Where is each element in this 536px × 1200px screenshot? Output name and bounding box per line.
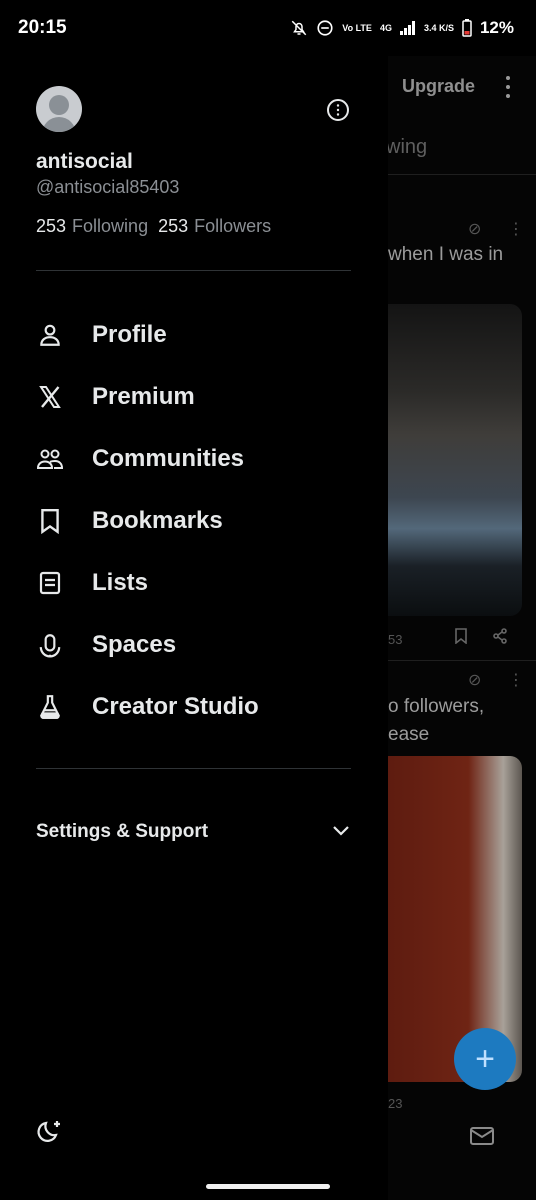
flask-icon [36,693,64,721]
menu-item-profile[interactable]: Profile [0,304,388,366]
status-time: 20:15 [18,17,67,38]
network-gen-label: 4G [379,22,392,33]
menu-item-premium[interactable]: Premium [0,366,388,428]
chevron-down-icon [331,823,351,842]
settings-support-label: Settings & Support [36,821,209,842]
grok-icon[interactable]: ⊘ [468,219,481,239]
post-more-icon[interactable]: ⋮ [508,219,524,239]
battery-percent: 12% [479,18,514,37]
compose-button[interactable]: + [454,1028,516,1090]
post-text: ease [388,724,430,745]
menu-item-creator-studio[interactable]: Creator Studio [0,676,388,738]
bell-muted-icon [290,19,308,37]
following-link[interactable]: 253 Following [36,216,148,237]
dnd-icon [316,19,334,37]
profile-handle: @antisocial85403 [36,177,180,197]
moon-icon[interactable] [36,1118,64,1146]
status-bar: 20:15 Vo LTE 4G 3.4 K/S 12% [0,0,536,56]
following-label: Following [72,216,149,236]
menu-item-communities[interactable]: Communities [0,428,388,490]
menu-item-bookmarks[interactable]: Bookmarks [0,490,388,552]
more-vertical-icon[interactable] [504,76,512,103]
followers-label: Followers [194,216,272,236]
navigation-drawer: antisocial @antisocial85403 253 Following… [0,56,388,1200]
post-more-icon[interactable]: ⋮ [508,670,524,690]
person-icon [36,321,64,349]
home-indicator[interactable] [206,1184,330,1189]
menu-item-label: Creator Studio [92,693,259,720]
signal-icon [399,21,416,35]
microphone-icon [36,631,64,659]
menu-item-label: Bookmarks [92,507,223,534]
feed-divider [388,660,536,661]
avatar[interactable] [36,86,82,132]
menu-item-spaces[interactable]: Spaces [0,614,388,676]
divider [36,768,351,769]
post-view-count: 53 [388,632,403,647]
people-icon [36,445,64,473]
grok-icon[interactable]: ⊘ [468,670,481,690]
x-logo-icon [36,383,64,411]
menu-item-label: Premium [92,383,195,410]
bookmark-icon [36,507,64,535]
menu-item-label: Profile [92,321,167,348]
list-icon [36,569,64,597]
feed-divider [388,174,536,175]
menu-item-lists[interactable]: Lists [0,552,388,614]
share-icon[interactable] [492,628,508,649]
following-count: 253 [36,216,67,236]
followers-count: 253 [158,216,189,236]
settings-support-toggle[interactable]: Settings & Support [36,814,351,850]
background-feed: Upgrade wing ⊘ ⋮ when I was in 53 ⊘ ⋮ o … [388,56,536,1200]
upgrade-button[interactable]: Upgrade [402,76,475,97]
mail-icon[interactable] [470,1126,494,1151]
follow-counts: 253 Following 253 Followers [36,216,271,237]
post-image[interactable] [388,304,522,616]
divider [36,270,351,271]
menu-item-label: Communities [92,445,245,472]
speed-label: 3.4 K/S [423,22,454,33]
profile-name[interactable]: antisocial [36,150,133,174]
network-type-label: Vo LTE [342,22,372,33]
status-icons: Vo LTE 4G 3.4 K/S 12% [290,18,514,38]
post-text: when I was in [388,244,504,265]
menu-item-label: Lists [92,569,149,596]
feed-tab-following[interactable]: wing [388,136,427,159]
drawer-menu: Profile Premium Communities Bookmarks Li… [0,304,388,738]
battery-icon [462,19,472,37]
more-options-icon[interactable] [326,98,350,122]
menu-item-label: Spaces [92,631,177,658]
post-text: o followers, [388,696,485,717]
post-view-count: 23 [388,1096,403,1111]
followers-link[interactable]: 253 Followers [158,216,271,237]
bookmark-icon[interactable] [454,628,468,649]
